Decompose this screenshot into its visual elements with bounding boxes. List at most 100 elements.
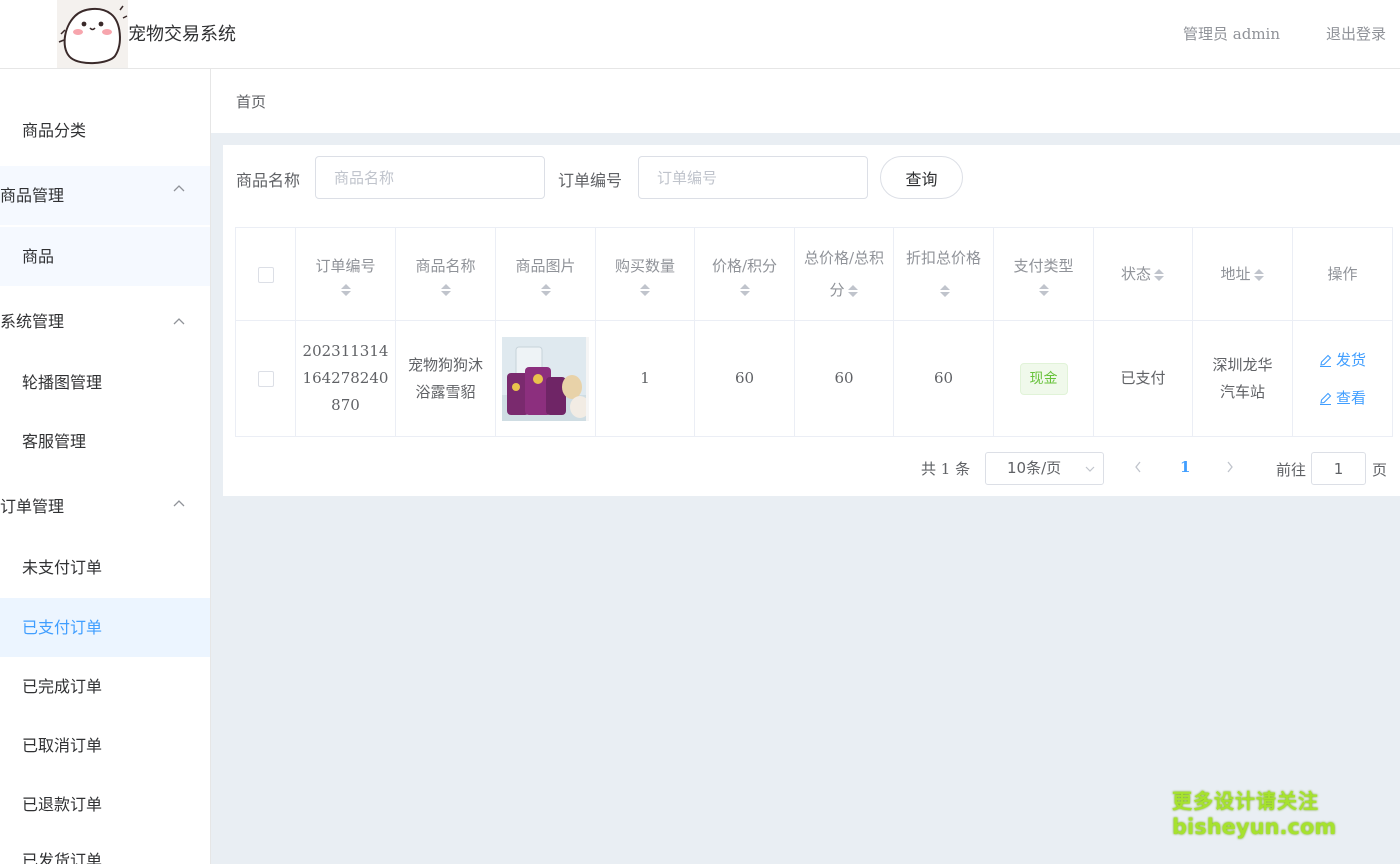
product-image[interactable] bbox=[502, 336, 589, 421]
sidebar-item-paid-orders[interactable]: 已支付订单 bbox=[0, 598, 210, 657]
column-header-product-image[interactable]: 商品图片 bbox=[495, 227, 596, 321]
sort-icon[interactable] bbox=[939, 283, 951, 299]
sort-icon[interactable] bbox=[847, 283, 859, 299]
sidebar-item-carousel[interactable]: 轮播图管理 bbox=[0, 353, 210, 412]
row-select-cell bbox=[235, 320, 296, 437]
chevron-right-icon bbox=[1227, 461, 1233, 473]
next-page-button[interactable] bbox=[1223, 458, 1237, 476]
sidebar-menu: 商品分类 商品管理 商品 系统管理 轮播图管理 客服管理 订单管理 未支付订单 … bbox=[0, 69, 211, 864]
sidebar-item-completed-orders[interactable]: 已完成订单 bbox=[0, 657, 210, 716]
edit-icon bbox=[1319, 392, 1332, 405]
chevron-down-icon bbox=[1085, 453, 1095, 484]
cell-product-image bbox=[495, 320, 596, 437]
column-header-total[interactable]: 总价格/总积分 bbox=[794, 227, 894, 321]
admin-user-label: 管理员 admin bbox=[1183, 25, 1280, 43]
column-header-address[interactable]: 地址 bbox=[1192, 227, 1293, 321]
sort-icon[interactable] bbox=[440, 282, 452, 298]
select-all-checkbox[interactable] bbox=[257, 267, 274, 283]
chevron-up-icon bbox=[173, 166, 185, 225]
sidebar-item-cancelled-orders[interactable]: 已取消订单 bbox=[0, 716, 210, 775]
sidebar-item-shipped-orders[interactable]: 已发货订单 bbox=[0, 831, 210, 864]
sidebar-item-label: 已支付订单 bbox=[22, 618, 103, 637]
sidebar-item-refunded-orders[interactable]: 已退款订单 bbox=[0, 775, 210, 834]
sidebar-item-label: 系统管理 bbox=[0, 312, 65, 331]
column-header-price[interactable]: 价格/积分 bbox=[694, 227, 795, 321]
sort-icon[interactable] bbox=[1253, 267, 1265, 283]
chevron-left-icon bbox=[1135, 461, 1141, 473]
chevron-up-icon bbox=[173, 477, 185, 536]
sidebar-item-product[interactable]: 商品 bbox=[0, 227, 210, 286]
sidebar-group-product-management[interactable]: 商品管理 bbox=[0, 166, 210, 225]
cell-order-no: 202311314164278240870 bbox=[295, 320, 396, 437]
sort-icon[interactable] bbox=[639, 282, 651, 298]
cell-pay-type: 现金 bbox=[993, 320, 1094, 437]
table-header-row: 订单编号 商品名称 商品图片 购买数量 价格/积分 总价格/总积分 折扣总价格 … bbox=[235, 227, 1393, 321]
sidebar-item-label: 客服管理 bbox=[22, 432, 87, 451]
sidebar-item-label: 已取消订单 bbox=[22, 736, 103, 755]
cell-product-name: 宠物狗狗沐浴露雪貂 bbox=[395, 320, 496, 437]
sidebar-group-order-management[interactable]: 订单管理 bbox=[0, 477, 210, 536]
page-size-value: 10条/页 bbox=[1007, 459, 1062, 477]
breadcrumb: 首页 bbox=[211, 69, 1400, 133]
breadcrumb-home[interactable]: 首页 bbox=[236, 91, 266, 112]
prev-page-button[interactable] bbox=[1131, 458, 1145, 476]
sort-icon[interactable] bbox=[1153, 267, 1165, 283]
table-row: 202311314164278240870 宠物狗狗沐浴露雪貂 1 60 60 … bbox=[235, 320, 1393, 437]
sidebar-item-label: 商品分类 bbox=[22, 121, 87, 140]
sidebar-item-label: 已退款订单 bbox=[22, 795, 103, 814]
sidebar-item-label: 未支付订单 bbox=[22, 558, 103, 577]
logout-link[interactable]: 退出登录 bbox=[1326, 23, 1386, 44]
page-suffix-label: 页 bbox=[1372, 461, 1388, 479]
sort-icon[interactable] bbox=[739, 282, 751, 298]
watermark-line-2: bisheyun.com bbox=[1172, 815, 1337, 839]
cell-quantity: 1 bbox=[595, 320, 695, 437]
product-name-input[interactable] bbox=[315, 156, 545, 199]
cell-total: 60 bbox=[794, 320, 894, 437]
goto-label: 前往 bbox=[1276, 461, 1307, 479]
sidebar-item-label: 商品管理 bbox=[0, 186, 65, 205]
sort-icon[interactable] bbox=[340, 282, 352, 298]
watermark: 更多设计请关注 bisheyun.com bbox=[1172, 788, 1337, 840]
pagination-total: 共 1 条 bbox=[921, 460, 971, 478]
sidebar-item-unpaid-orders[interactable]: 未支付订单 bbox=[0, 538, 210, 597]
sidebar-group-system-management[interactable]: 系统管理 bbox=[0, 292, 210, 351]
current-page-number[interactable]: 1 bbox=[1180, 458, 1190, 476]
sidebar-item-product-category[interactable]: 商品分类 bbox=[0, 101, 210, 160]
query-button[interactable]: 查询 bbox=[880, 156, 963, 199]
watermark-line-1: 更多设计请关注 bbox=[1172, 789, 1319, 813]
product-name-label: 商品名称 bbox=[236, 171, 301, 190]
order-no-label: 订单编号 bbox=[558, 171, 623, 190]
sidebar-item-label: 已完成订单 bbox=[22, 677, 103, 696]
orders-table: 订单编号 商品名称 商品图片 购买数量 价格/积分 总价格/总积分 折扣总价格 … bbox=[235, 227, 1393, 437]
column-header-actions: 操作 bbox=[1292, 227, 1393, 321]
sidebar-item-label: 订单管理 bbox=[0, 497, 65, 516]
cell-price: 60 bbox=[694, 320, 795, 437]
content-card: 商品名称 订单编号 查询 订单编号 商品名称 商品图片 购买数量 价格/积分 总… bbox=[223, 145, 1400, 496]
column-header-quantity[interactable]: 购买数量 bbox=[595, 227, 695, 321]
cell-address: 深圳龙华汽车站 bbox=[1192, 320, 1293, 437]
column-header-pay-type[interactable]: 支付类型 bbox=[993, 227, 1094, 321]
app-title: 宠物交易系统 bbox=[128, 24, 236, 45]
sidebar-item-customer-service[interactable]: 客服管理 bbox=[0, 412, 210, 471]
page-jump-input[interactable] bbox=[1311, 452, 1366, 485]
pay-type-tag: 现金 bbox=[1019, 362, 1068, 395]
select-all-cell bbox=[235, 227, 296, 321]
column-header-order-no[interactable]: 订单编号 bbox=[295, 227, 396, 321]
row-checkbox[interactable] bbox=[257, 371, 274, 387]
order-no-input[interactable] bbox=[638, 156, 868, 199]
cell-discount-total: 60 bbox=[893, 320, 994, 437]
sidebar-item-label: 商品 bbox=[22, 247, 55, 266]
ship-button[interactable]: 发货 bbox=[1299, 341, 1386, 379]
sort-icon[interactable] bbox=[1038, 282, 1050, 298]
column-header-discount-total[interactable]: 折扣总价格 bbox=[893, 227, 994, 321]
app-logo bbox=[57, 0, 128, 68]
view-button[interactable]: 查看 bbox=[1299, 379, 1386, 417]
sidebar-item-label: 轮播图管理 bbox=[22, 373, 103, 392]
cell-status: 已支付 bbox=[1093, 320, 1193, 437]
page-size-select[interactable]: 10条/页 bbox=[985, 452, 1104, 485]
column-header-product-name[interactable]: 商品名称 bbox=[395, 227, 496, 321]
sort-icon[interactable] bbox=[540, 282, 552, 298]
top-header: 宠物交易系统 管理员 admin 退出登录 bbox=[0, 0, 1400, 69]
column-header-status[interactable]: 状态 bbox=[1093, 227, 1193, 321]
sidebar-item-label: 已发货订单 bbox=[22, 851, 103, 864]
